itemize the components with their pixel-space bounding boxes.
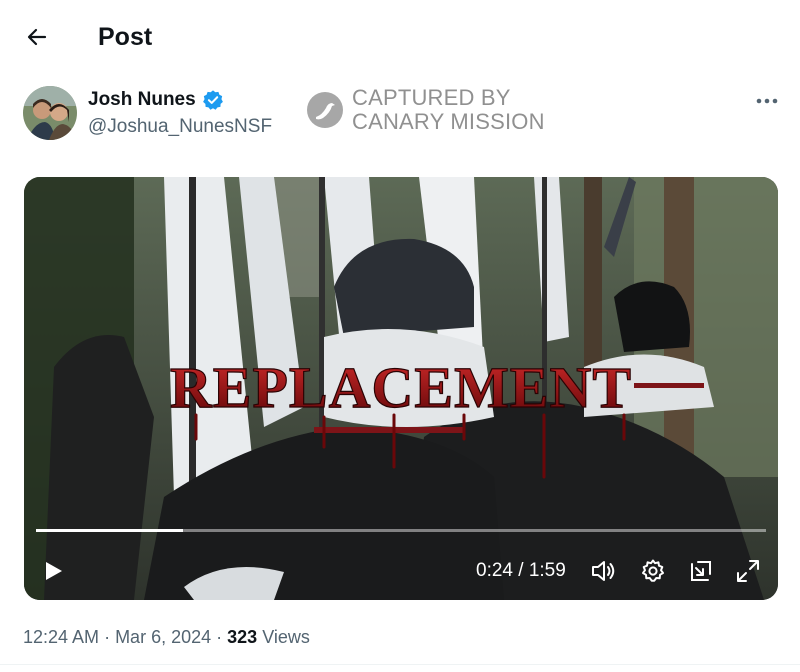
volume-button[interactable] bbox=[590, 558, 616, 589]
more-options-button[interactable] bbox=[752, 90, 782, 112]
video-progress-bar[interactable] bbox=[36, 529, 766, 532]
more-icon bbox=[756, 98, 778, 104]
author-name[interactable]: Josh Nunes bbox=[88, 89, 196, 111]
meta-separator-2: · bbox=[216, 627, 223, 647]
verified-badge-icon bbox=[202, 90, 223, 110]
settings-icon bbox=[642, 559, 664, 582]
watermark-line-2: CANARY MISSION bbox=[352, 109, 545, 134]
video-time: 0:24 / 1:59 bbox=[476, 560, 566, 581]
video-progress-fill bbox=[36, 529, 184, 532]
volume-icon bbox=[592, 561, 615, 581]
views[interactable]: 323 Views bbox=[227, 624, 310, 650]
top-bar: Post bbox=[0, 0, 800, 72]
views-label: Views bbox=[262, 627, 310, 647]
fullscreen-icon bbox=[737, 560, 759, 582]
play-button[interactable] bbox=[41, 559, 65, 588]
post-time[interactable]: 12:24 AM bbox=[23, 624, 99, 650]
post-date[interactable]: Mar 6, 2024 bbox=[115, 624, 211, 650]
meta-separator: · bbox=[104, 627, 111, 647]
fullscreen-button[interactable] bbox=[735, 558, 761, 589]
settings-button[interactable] bbox=[640, 558, 666, 589]
back-button[interactable] bbox=[20, 20, 54, 54]
canary-logo-icon bbox=[307, 92, 343, 128]
overlay-text: REPLACEMENT bbox=[170, 355, 632, 420]
post-meta: 12:24 AM · Mar 6, 2024 · 323 Views bbox=[23, 624, 310, 650]
author-name-row[interactable]: Josh Nunes bbox=[88, 89, 224, 111]
play-icon bbox=[46, 562, 62, 580]
views-count: 323 bbox=[227, 627, 258, 647]
video-player[interactable]: REPLACEMENT 0:24 / 1:59 bbox=[24, 177, 778, 600]
pip-icon bbox=[691, 561, 711, 581]
watermark: CAPTURED BY CANARY MISSION bbox=[306, 86, 545, 134]
author-handle[interactable]: @Joshua_NunesNSF bbox=[88, 116, 272, 138]
avatar[interactable] bbox=[23, 86, 77, 140]
picture-in-picture-button[interactable] bbox=[688, 558, 714, 589]
back-arrow-icon bbox=[27, 28, 47, 46]
watermark-line-1: CAPTURED BY bbox=[352, 85, 511, 110]
page-title: Post bbox=[98, 23, 153, 51]
video-frame: REPLACEMENT bbox=[24, 177, 778, 600]
divider bbox=[0, 664, 800, 665]
